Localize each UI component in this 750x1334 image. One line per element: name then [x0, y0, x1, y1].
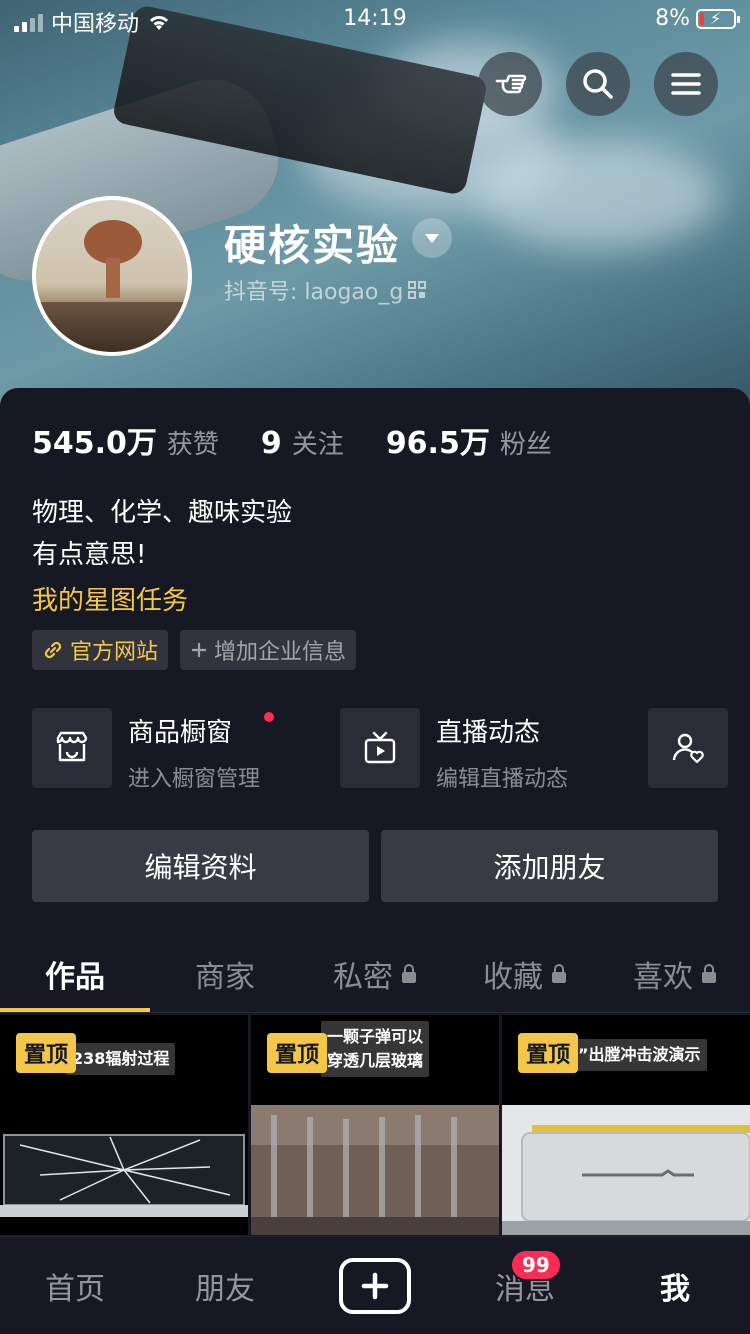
stat-followers[interactable]: 96.5万 粉丝	[386, 418, 552, 462]
video-thumbnail[interactable]: 置顶 一颗子弹可以 穿透几层玻璃	[251, 1015, 499, 1235]
stat-number: 545.0万	[32, 426, 157, 461]
nav-me[interactable]: 我	[600, 1237, 750, 1334]
video-caption: 一颗子弹可以 穿透几层玻璃	[321, 1021, 430, 1077]
edit-profile-button[interactable]: 编辑资料	[32, 830, 369, 902]
notification-dot	[264, 712, 275, 722]
tool-showcase[interactable]: 商品橱窗 进入橱窗管理	[32, 708, 275, 790]
gel-block-image	[502, 1105, 750, 1235]
clock: 14:19	[343, 6, 407, 31]
caret-down-icon	[425, 234, 439, 243]
douyin-id-row[interactable]: 抖音号: laogao_g	[224, 274, 427, 306]
shop-icon	[56, 731, 88, 762]
video-thumbnail[interactable]: 置顶 ”出膛冲击波演示	[502, 1015, 750, 1235]
tab-label: 喜欢	[633, 960, 693, 995]
menu-button[interactable]	[654, 52, 718, 116]
status-bar: 中国移动 14:19 8% ⚡	[0, 0, 750, 40]
shattered-glass-image	[0, 1105, 248, 1235]
stat-label: 获赞	[166, 430, 219, 460]
stat-number: 9	[260, 426, 282, 461]
link-icon	[44, 641, 62, 659]
account-switch-button[interactable]	[412, 218, 452, 258]
glass-panes-image	[251, 1105, 499, 1235]
bio-line: 物理、化学、趣味实验	[32, 498, 293, 528]
tool-title: 商品橱窗	[128, 718, 233, 748]
avatar[interactable]	[32, 196, 192, 356]
bio[interactable]: 物理、化学、趣味实验 有点意思!	[32, 492, 292, 576]
visitor-button[interactable]	[478, 52, 542, 116]
tool-live[interactable]: 直播动态 编辑直播动态	[340, 708, 568, 790]
tab-label: 商家	[195, 960, 255, 995]
plus-icon	[192, 643, 207, 657]
stat-likes[interactable]: 545.0万 获赞	[32, 418, 219, 462]
nav-home[interactable]: 首页	[0, 1237, 150, 1334]
stat-label: 关注	[291, 430, 344, 460]
stat-number: 96.5万	[385, 426, 490, 461]
battery-icon: ⚡	[696, 8, 740, 29]
pinned-badge: 置顶	[518, 1033, 579, 1073]
video-thumbnail[interactable]: 置顶 238辐射过程	[0, 1015, 248, 1235]
pinned-badge: 置顶	[16, 1033, 77, 1073]
tab-merchant[interactable]: 商家	[150, 948, 300, 1000]
nav-friends[interactable]: 朋友	[150, 1237, 300, 1334]
hamburger-icon	[671, 73, 701, 95]
action-buttons: 编辑资料 添加朋友	[32, 830, 718, 902]
user-heart-icon	[672, 733, 704, 764]
bio-line: 有点意思!	[32, 540, 147, 570]
bottom-nav: 首页 朋友 消息 99 我	[0, 1236, 750, 1334]
official-site-label: 官方网站	[70, 640, 159, 665]
nav-create[interactable]	[300, 1237, 450, 1334]
tv-icon	[364, 731, 396, 764]
video-caption: 238辐射过程	[66, 1043, 176, 1075]
content-tabs: 作品 商家 私密 收藏 喜欢	[0, 948, 750, 1014]
star-task-link[interactable]: 我的星图任务	[32, 580, 188, 617]
plus-icon	[361, 1272, 389, 1300]
tab-label: 私密	[333, 960, 393, 995]
douyin-id: 抖音号: laogao_g	[224, 280, 404, 305]
stat-following[interactable]: 9 关注	[261, 424, 344, 461]
video-grid: 置顶 238辐射过程 置顶 一颗子弹可以 穿透几层玻璃 置顶 ”出膛冲击波演示	[0, 1015, 750, 1235]
tools-row: 商品橱窗 进入橱窗管理 直播动态 编辑直播动态	[32, 708, 750, 790]
tab-favorites[interactable]: 收藏	[450, 948, 600, 1000]
lock-icon	[402, 964, 416, 983]
pinned-badge: 置顶	[267, 1033, 328, 1073]
nav-messages[interactable]: 消息 99	[450, 1237, 600, 1334]
tool-fans[interactable]	[648, 708, 728, 790]
official-site-tag[interactable]: 官方网站	[32, 630, 169, 670]
caption-line: 穿透几层玻璃	[327, 1051, 424, 1070]
tab-likes[interactable]: 喜欢	[600, 948, 750, 1000]
add-business-info-label: 增加企业信息	[214, 640, 347, 665]
battery-percent: 8%	[655, 6, 690, 31]
search-icon	[583, 69, 613, 99]
tab-label: 收藏	[483, 960, 543, 995]
video-caption: ”出膛冲击波演示	[572, 1039, 707, 1071]
stats-row: 545.0万 获赞 9 关注 96.5万 粉丝	[32, 418, 594, 462]
tab-label: 作品	[45, 960, 105, 995]
lock-icon	[702, 964, 716, 983]
stat-label: 粉丝	[499, 430, 552, 460]
tool-subtitle: 进入橱窗管理	[128, 767, 261, 790]
tag-row: 官方网站 增加企业信息	[32, 630, 357, 670]
unread-badge: 99	[510, 1249, 562, 1281]
tab-private[interactable]: 私密	[300, 948, 450, 1000]
add-business-info-tag[interactable]: 增加企业信息	[180, 630, 357, 670]
caption-line: 一颗子弹可以	[327, 1027, 424, 1046]
add-friend-button[interactable]: 添加朋友	[381, 830, 718, 902]
profile-card: 545.0万 获赞 9 关注 96.5万 粉丝 物理、化学、趣味实验 有点意思!…	[0, 388, 750, 1334]
tool-title: 直播动态	[436, 718, 541, 748]
divider	[0, 1012, 750, 1013]
hand-pointing-icon	[495, 74, 527, 94]
lock-icon	[552, 964, 566, 983]
profile-name: 硬核实验	[224, 221, 401, 270]
search-button[interactable]	[566, 52, 630, 116]
tool-subtitle: 编辑直播动态	[436, 767, 569, 790]
tab-works[interactable]: 作品	[0, 948, 150, 1000]
qr-code-icon	[408, 281, 427, 299]
create-button[interactable]	[339, 1258, 411, 1314]
